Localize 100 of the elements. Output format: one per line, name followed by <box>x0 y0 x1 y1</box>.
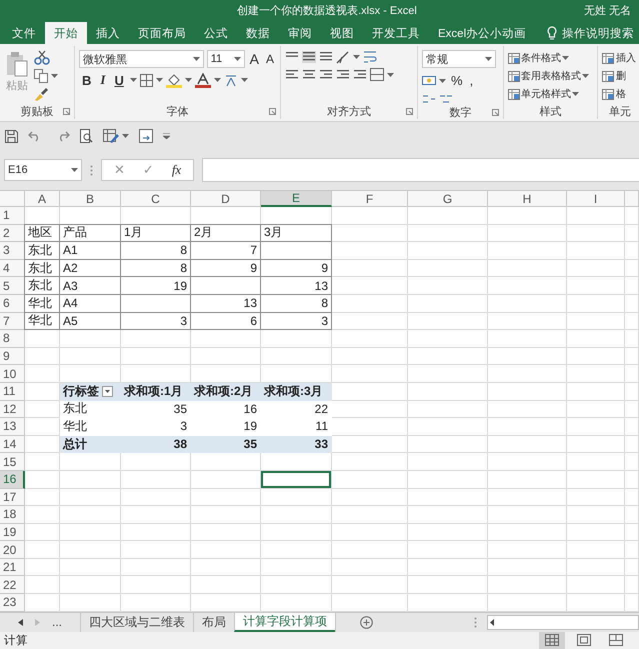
empty-cell[interactable] <box>488 541 567 559</box>
empty-cell[interactable] <box>488 348 567 366</box>
row-header[interactable]: 16 <box>0 470 25 488</box>
empty-cell[interactable] <box>191 576 261 594</box>
empty-cell[interactable] <box>408 207 488 225</box>
empty-cell[interactable] <box>408 470 488 488</box>
empty-cell[interactable] <box>121 470 191 488</box>
caret-icon[interactable] <box>439 78 446 82</box>
decrease-decimal-icon[interactable] <box>439 93 453 105</box>
empty-cell[interactable] <box>488 400 567 418</box>
empty-cell[interactable] <box>488 453 567 471</box>
user-name[interactable]: 无姓 无名 <box>584 2 639 18</box>
empty-cell[interactable] <box>625 330 639 348</box>
row-header[interactable]: 6 <box>0 294 25 313</box>
empty-cell[interactable] <box>121 488 191 506</box>
caret-icon[interactable] <box>51 74 58 78</box>
empty-cell[interactable] <box>121 506 191 524</box>
empty-cell[interactable] <box>261 558 332 576</box>
empty-cell[interactable] <box>567 541 625 559</box>
empty-cell[interactable] <box>332 294 408 313</box>
row-header[interactable]: 5 <box>0 277 25 295</box>
previous-sheet-icon[interactable] <box>18 618 23 626</box>
wrap-text-icon[interactable] <box>363 50 377 64</box>
print-preview-icon[interactable] <box>80 129 93 143</box>
empty-cell[interactable] <box>567 312 625 330</box>
empty-cell[interactable] <box>332 400 408 418</box>
cells-icon[interactable] <box>602 52 614 64</box>
empty-cell[interactable] <box>408 506 488 524</box>
caret-icon[interactable] <box>130 78 137 82</box>
cells-menu-button[interactable]: 删 <box>600 68 639 84</box>
row-header[interactable]: 20 <box>0 541 25 559</box>
cells-icon[interactable] <box>602 88 614 100</box>
empty-cell[interactable] <box>488 207 567 225</box>
empty-cell[interactable] <box>488 506 567 524</box>
column-header[interactable]: A <box>25 191 60 207</box>
empty-cell[interactable] <box>567 242 625 260</box>
comma-button[interactable]: , <box>468 72 476 89</box>
empty-cell[interactable] <box>408 260 488 278</box>
empty-cell[interactable] <box>191 348 261 366</box>
empty-cell[interactable] <box>488 470 567 488</box>
row-header[interactable]: 1 <box>0 207 25 225</box>
column-header[interactable]: I <box>567 191 625 207</box>
empty-cell[interactable] <box>625 488 639 506</box>
empty-cell[interactable] <box>488 558 567 576</box>
empty-cell[interactable] <box>60 470 121 488</box>
sheet-tab[interactable]: 计算字段计算项 <box>234 612 335 632</box>
empty-cell[interactable] <box>332 330 408 348</box>
copy-icon[interactable] <box>34 69 48 83</box>
empty-cell[interactable] <box>567 470 625 488</box>
next-sheet-icon[interactable] <box>35 618 40 626</box>
empty-cell[interactable] <box>60 558 121 576</box>
tell-me-search[interactable]: 操作说明搜索 <box>562 26 634 40</box>
empty-cell[interactable] <box>488 260 567 278</box>
caret-icon[interactable] <box>353 55 360 59</box>
empty-cell[interactable] <box>121 453 191 471</box>
empty-cell[interactable] <box>60 330 121 348</box>
caret-icon[interactable] <box>572 92 579 96</box>
empty-cell[interactable] <box>408 453 488 471</box>
caret-icon[interactable] <box>122 134 129 138</box>
drag-handle-icon[interactable] <box>474 616 477 628</box>
column-header[interactable]: H <box>488 191 567 207</box>
column-header[interactable]: C <box>121 191 191 207</box>
empty-cell[interactable] <box>121 576 191 594</box>
column-header[interactable]: F <box>332 191 408 207</box>
currency-icon[interactable] <box>422 74 436 87</box>
horizontal-scrollbar[interactable] <box>487 614 639 630</box>
empty-cell[interactable] <box>121 558 191 576</box>
empty-cell[interactable] <box>191 524 261 542</box>
ribbon-tab[interactable]: 审阅 <box>279 22 321 44</box>
empty-cell[interactable] <box>488 277 567 295</box>
empty-cell[interactable] <box>567 260 625 278</box>
cells-icon[interactable] <box>602 70 614 82</box>
empty-cell[interactable] <box>625 348 639 366</box>
launcher-icon[interactable] <box>269 108 276 114</box>
empty-cell[interactable] <box>567 348 625 366</box>
empty-cell[interactable] <box>488 382 567 401</box>
empty-cell[interactable] <box>332 576 408 594</box>
row-header[interactable]: 3 <box>0 242 25 260</box>
empty-cell[interactable] <box>60 576 121 594</box>
empty-cell[interactable] <box>567 576 625 594</box>
font-name-dropdown[interactable]: 微软雅黑 <box>79 50 204 68</box>
row-header[interactable]: 12 <box>0 400 25 418</box>
empty-cell[interactable] <box>488 330 567 348</box>
caret-icon[interactable] <box>192 57 200 61</box>
empty-cell[interactable] <box>567 382 625 401</box>
empty-cell[interactable] <box>567 488 625 506</box>
text-direction-icon[interactable] <box>336 50 350 64</box>
empty-cell[interactable] <box>332 365 408 383</box>
empty-cell[interactable] <box>488 576 567 594</box>
empty-cell[interactable] <box>625 312 639 330</box>
borders-icon[interactable] <box>140 74 153 86</box>
empty-cell[interactable] <box>261 348 332 366</box>
table-style-icon[interactable] <box>508 52 520 64</box>
empty-cell[interactable] <box>567 294 625 313</box>
empty-cell[interactable] <box>332 418 408 436</box>
formula-input[interactable] <box>202 158 639 182</box>
empty-cell[interactable] <box>488 312 567 330</box>
empty-cell[interactable] <box>332 260 408 278</box>
column-header[interactable]: G <box>408 191 488 207</box>
empty-cell[interactable] <box>261 541 332 559</box>
